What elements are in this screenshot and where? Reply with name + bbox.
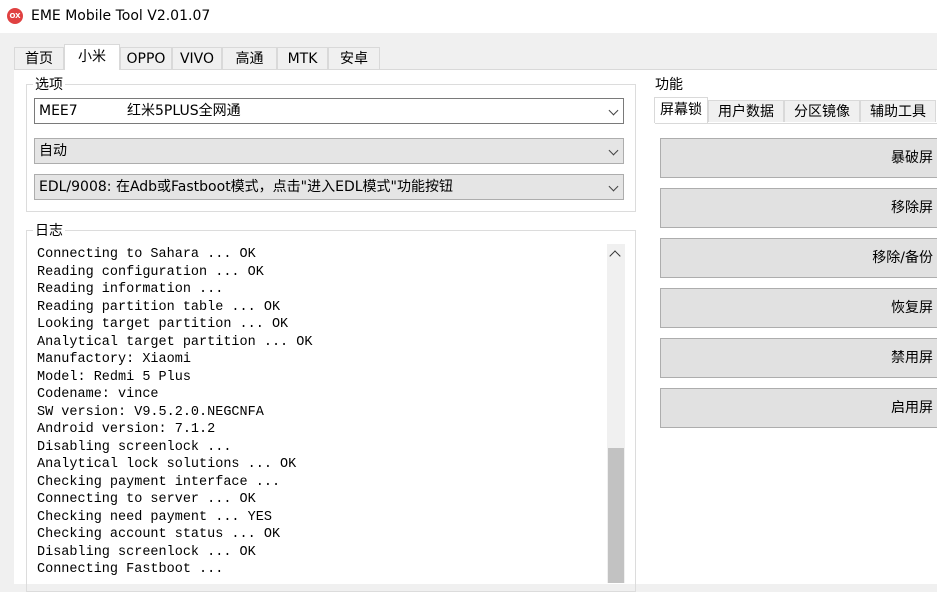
app-icon: OX [7, 8, 23, 24]
title-bar: OX EME Mobile Tool V2.01.07 [0, 0, 937, 33]
log-line: Checking payment interface ... [37, 474, 281, 490]
tab-aux-tools[interactable]: 辅助工具 [860, 100, 936, 122]
log-line: Connecting Fastboot ... [37, 562, 224, 577]
log-line: Checking account status ... OK [37, 527, 281, 542]
log-line: Reading information ... [37, 282, 224, 297]
mode-select[interactable]: 自动 [34, 138, 624, 164]
scroll-thumb[interactable] [608, 448, 624, 583]
log-line: Connecting to server ... OK [37, 492, 256, 507]
log-line: Analytical target partition ... OK [37, 334, 313, 350]
log-line: Reading configuration ... OK [37, 264, 264, 280]
chevron-up-icon[interactable] [609, 250, 621, 262]
options-group-title: 选项 [33, 74, 65, 94]
log-line: Codename: vince [37, 387, 159, 402]
log-line: Looking target partition ... OK [37, 317, 289, 332]
tab-screen-lock[interactable]: 屏幕锁 [654, 97, 708, 123]
model-code: MEE7 [39, 103, 78, 119]
chevron-down-icon [608, 145, 619, 156]
chevron-down-icon [608, 105, 619, 116]
log-line: SW version: V9.5.2.0.NEGCNFA [37, 404, 264, 420]
tab-android[interactable]: 安卓 [328, 47, 380, 69]
remove-lock-button[interactable]: 移除屏 [660, 188, 937, 228]
log-line: Analytical lock solutions ... OK [37, 457, 297, 472]
log-group-title: 日志 [33, 220, 65, 240]
log-scrollbar[interactable] [607, 244, 625, 583]
tab-xiaomi[interactable]: 小米 [64, 44, 120, 70]
tab-qualcomm[interactable]: 高通 [222, 47, 277, 69]
log-line: Checking need payment ... YES [37, 509, 272, 525]
remove-backup-button[interactable]: 移除/备份 [660, 238, 937, 278]
log-line: Android version: 7.1.2 [37, 422, 216, 437]
edl-method-select[interactable]: EDL/9008: 在Adb或Fastboot模式，点击"进入EDL模式"功能按… [34, 174, 624, 200]
model-select[interactable]: MEE7 红米5PLUS全网通 [34, 98, 624, 124]
edl-method-value: EDL/9008: 在Adb或Fastboot模式，点击"进入EDL模式"功能按… [39, 179, 453, 195]
model-name: 红米5PLUS全网通 [127, 103, 241, 119]
chevron-down-icon [608, 181, 619, 192]
brute-force-button[interactable]: 暴破屏 [660, 138, 937, 178]
restore-lock-button[interactable]: 恢复屏 [660, 288, 937, 328]
tab-home[interactable]: 首页 [14, 47, 64, 69]
log-line: Disabling screenlock ... OK [37, 544, 256, 560]
functions-title: 功能 [655, 77, 683, 93]
log-line: Connecting to Sahara ... OK [37, 247, 256, 262]
disable-lock-button[interactable]: 禁用屏 [660, 338, 937, 378]
tab-oppo[interactable]: OPPO [120, 47, 172, 69]
log-line: Reading partition table ... OK [37, 299, 281, 315]
tab-partition-image[interactable]: 分区镜像 [784, 100, 860, 122]
window-title: EME Mobile Tool V2.01.07 [31, 8, 211, 24]
log-output[interactable]: Connecting to Sahara ... OK Reading conf… [37, 246, 627, 583]
log-line: Disabling screenlock ... [37, 439, 232, 455]
log-line: Manufactory: Xiaomi [37, 352, 191, 367]
tab-user-data[interactable]: 用户数据 [708, 100, 784, 122]
log-line: Model: Redmi 5 Plus [37, 369, 191, 385]
enable-lock-button[interactable]: 启用屏 [660, 388, 937, 428]
mode-value: 自动 [39, 143, 67, 159]
tab-vivo[interactable]: VIVO [172, 47, 222, 69]
tab-mtk[interactable]: MTK [277, 47, 328, 69]
